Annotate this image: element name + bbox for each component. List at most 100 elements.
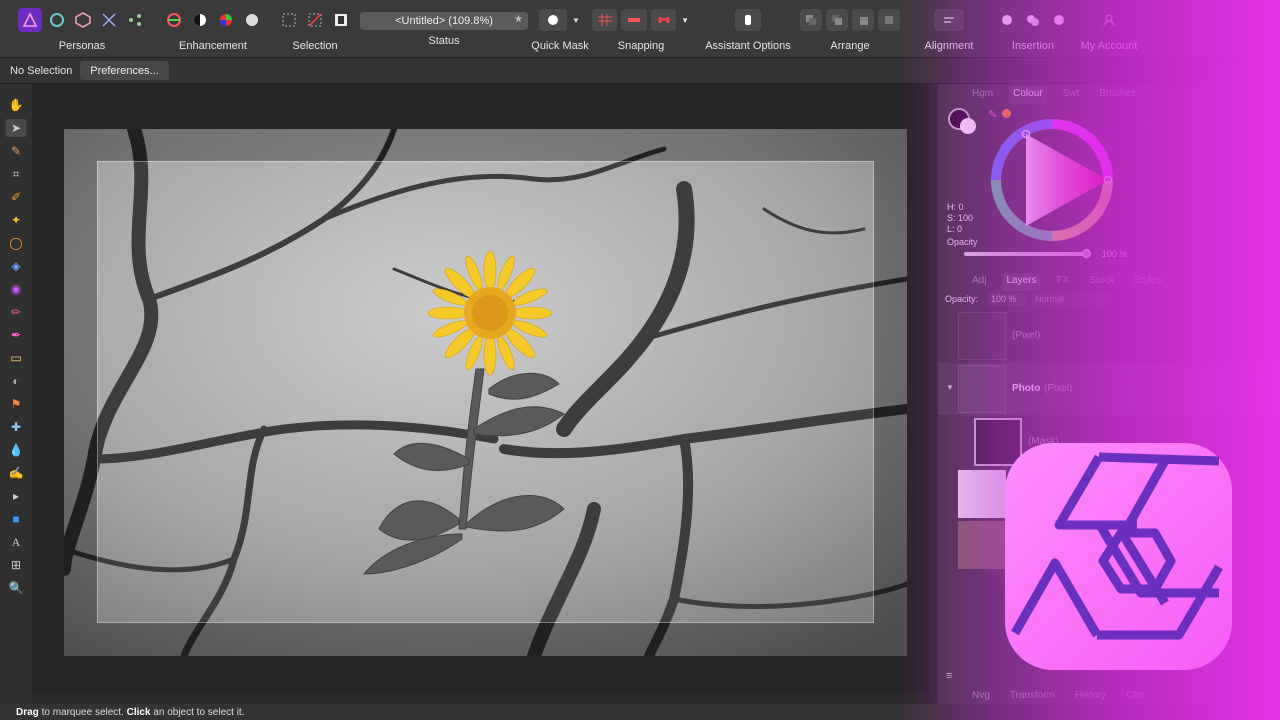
opacity-slider[interactable]	[964, 252, 1086, 256]
guides-icon[interactable]	[621, 9, 647, 31]
layer-name: Photo	[1012, 383, 1041, 394]
healing-brush-tool-icon[interactable]: ✚	[6, 418, 26, 436]
layer-row-photo[interactable]: ▼ Photo (Pixel)	[938, 363, 1280, 415]
rectangle-tool-icon[interactable]: ■	[6, 510, 26, 528]
colour-swatch-orange[interactable]	[1002, 109, 1011, 118]
grid-icon[interactable]	[592, 9, 618, 31]
tab-stock[interactable]: Stock	[1085, 273, 1118, 291]
text-tool-icon[interactable]: A	[6, 533, 26, 551]
develop-persona-icon[interactable]	[72, 9, 94, 31]
gradient-tool-icon[interactable]: ◉	[6, 280, 26, 298]
crop-tool-icon[interactable]: ⌗	[6, 165, 26, 183]
saturation-readout: S: 100	[947, 213, 974, 223]
affinity-photo-persona-icon[interactable]	[18, 8, 42, 32]
dodge-tool-icon[interactable]: ◐	[6, 372, 26, 390]
document-status-field[interactable]: <Untitled> (109.8%) ★	[360, 12, 528, 30]
layer-thumbnail	[958, 312, 1006, 360]
chevron-down-icon[interactable]: ▼	[680, 9, 690, 31]
tab-styles[interactable]: Styles	[1130, 273, 1165, 291]
arrange-group: Arrange	[790, 6, 910, 52]
insert-top-icon[interactable]	[1048, 9, 1070, 31]
move-tool-icon[interactable]: ➤	[6, 119, 26, 137]
selection-status-label: No Selection	[10, 65, 73, 77]
hue-readout: H: 0	[947, 202, 964, 212]
layers-panel-tabs: Adj Layers FX Stock Styles	[938, 273, 1166, 291]
insertion-group: Insertion	[990, 6, 1076, 52]
levels-icon[interactable]	[163, 9, 185, 31]
layer-thumbnail	[958, 365, 1006, 413]
tab-histogram[interactable]: Hgm	[968, 86, 997, 104]
quick-mask-label: Quick Mask	[531, 40, 589, 52]
white-balance-icon[interactable]	[241, 9, 263, 31]
canvas-area[interactable]	[32, 84, 930, 694]
tab-brushes[interactable]: Brushes	[1095, 86, 1140, 104]
insert-behind-icon[interactable]	[1022, 9, 1044, 31]
zoom-tool-icon[interactable]: 🔍	[6, 579, 26, 597]
colour-replacement-tool-icon[interactable]: ✒	[6, 326, 26, 344]
export-persona-icon[interactable]	[124, 9, 146, 31]
paint-brush-tool-icon[interactable]: ✏	[6, 303, 26, 321]
pen-tool-icon[interactable]: ▸	[6, 487, 26, 505]
move-to-back-icon[interactable]	[800, 9, 822, 31]
deselect-icon[interactable]	[304, 9, 326, 31]
layer-thumbnail-photo[interactable]	[958, 521, 1006, 569]
tab-swatches[interactable]: Swt	[1059, 86, 1084, 104]
flood-select-tool-icon[interactable]: ✦	[6, 211, 26, 229]
smudge-brush-tool-icon[interactable]: ✍	[6, 464, 26, 482]
personas-group: Personas	[12, 6, 152, 52]
status-drag-word: Drag	[16, 707, 39, 718]
clone-tool-icon[interactable]: ⚑	[6, 395, 26, 413]
lasso-tool-icon[interactable]: ◯	[6, 234, 26, 252]
alignment-label: Alignment	[924, 40, 974, 52]
assistant-group: Assistant Options	[700, 6, 796, 52]
preferences-button[interactable]: Preferences...	[80, 61, 169, 80]
layer-thumbnail-white[interactable]	[958, 470, 1006, 518]
layer-row[interactable]: (Pixel)	[938, 310, 1280, 362]
opacity-value: 100 %	[1102, 249, 1128, 259]
tab-layers[interactable]: Layers	[1002, 273, 1041, 291]
account-group: My Account	[1078, 6, 1140, 52]
hand-tool-icon[interactable]: ✋	[6, 96, 26, 114]
layers-stack-icon[interactable]: ≡	[946, 670, 952, 682]
quick-mask-icon[interactable]	[539, 9, 567, 31]
status-group: <Untitled> (109.8%) ★ Status	[360, 6, 528, 50]
document-photo[interactable]	[64, 129, 907, 656]
mesh-warp-tool-icon[interactable]: ⊞	[6, 556, 26, 574]
arrange-label: Arrange	[830, 40, 870, 52]
black-white-icon[interactable]	[189, 9, 211, 31]
colour-wheel[interactable]	[990, 118, 1114, 242]
chevron-down-icon[interactable]: ▼	[946, 383, 954, 392]
flood-fill-tool-icon[interactable]: ◈	[6, 257, 26, 275]
tone-mapping-persona-icon[interactable]	[98, 9, 120, 31]
layer-opacity-label: Opacity:	[945, 294, 979, 304]
hsl-icon[interactable]	[215, 9, 237, 31]
color-picker-tool-icon[interactable]: ✎	[6, 142, 26, 160]
secondary-colour-swatch[interactable]	[960, 118, 976, 134]
liquify-persona-icon[interactable]	[46, 9, 68, 31]
blur-brush-tool-icon[interactable]: 💧	[6, 441, 26, 459]
select-all-icon[interactable]	[278, 9, 300, 31]
layer-type-label: (Pixel)	[1044, 383, 1073, 394]
opacity-slider-handle[interactable]	[1082, 249, 1091, 258]
insertion-label: Insertion	[1011, 40, 1055, 52]
layer-opacity-field[interactable]: 100 %	[988, 293, 1026, 306]
alignment-icon[interactable]	[934, 9, 964, 31]
user-icon[interactable]	[1098, 9, 1120, 31]
magnet-icon[interactable]	[650, 9, 677, 31]
tab-effects[interactable]: FX	[1052, 273, 1073, 291]
tab-adjustments[interactable]: Adj	[968, 273, 990, 291]
erase-tool-icon[interactable]: ▭	[6, 349, 26, 367]
move-back-icon[interactable]	[826, 9, 848, 31]
invert-selection-icon[interactable]	[330, 9, 352, 31]
selection-label: Selection	[292, 40, 338, 52]
my-account-label[interactable]: My Account	[1078, 40, 1140, 52]
blend-mode-select[interactable]: Normal	[1032, 293, 1112, 306]
tab-colour[interactable]: Colour	[1009, 86, 1047, 104]
move-to-front-icon[interactable]	[878, 9, 900, 31]
insert-inside-icon[interactable]	[996, 9, 1018, 31]
move-forward-icon[interactable]	[852, 9, 874, 31]
enhancement-label: Enhancement	[179, 40, 247, 52]
assistant-icon[interactable]	[735, 9, 761, 31]
chevron-down-icon[interactable]: ▼	[571, 9, 581, 31]
selection-brush-tool-icon[interactable]: ✐	[6, 188, 26, 206]
